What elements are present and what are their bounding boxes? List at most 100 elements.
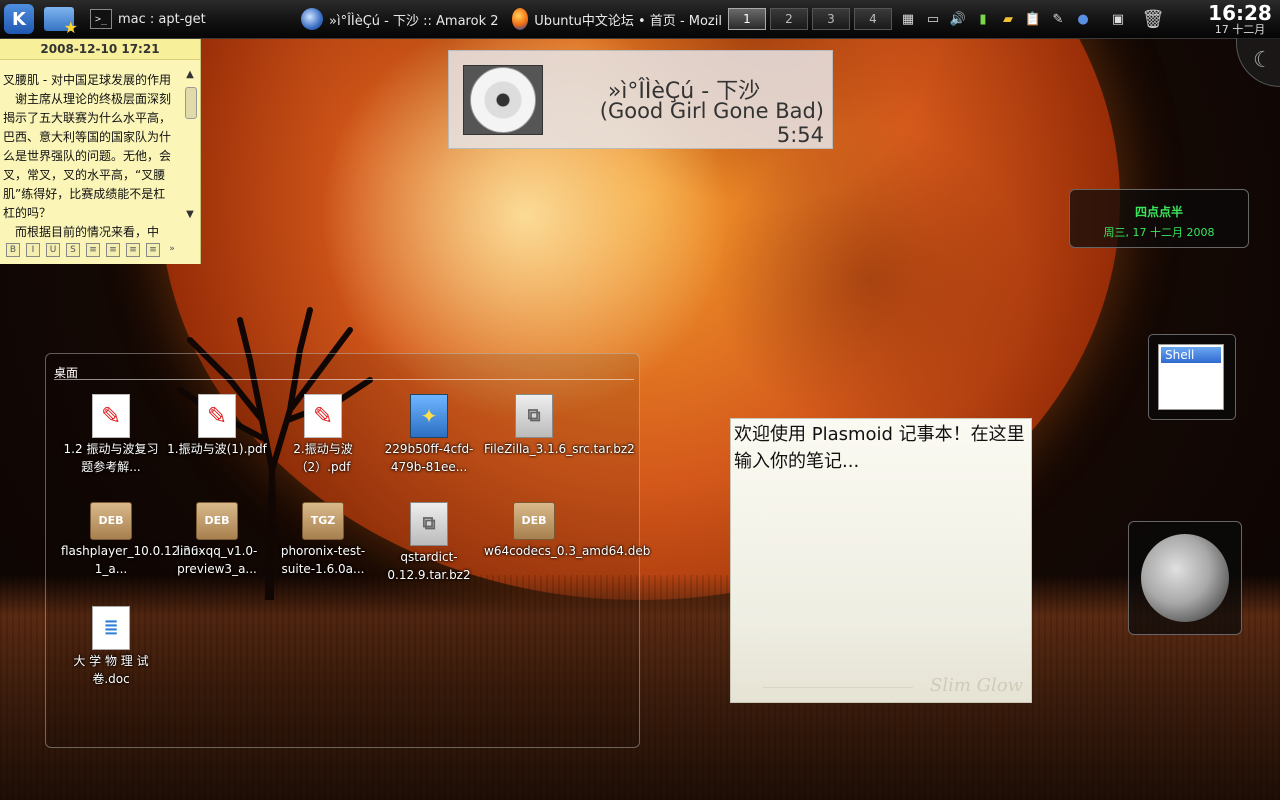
star-icon: ★ bbox=[63, 18, 78, 37]
file-label: FileZilla_3.1.6_src.tar.bz2 bbox=[484, 442, 635, 456]
more-icon[interactable]: » bbox=[166, 243, 178, 255]
connection-icon[interactable]: ✎ bbox=[1048, 9, 1068, 29]
desktop-file-icon[interactable]: ⧉ FileZilla_3.1.6_src.tar.bz2 bbox=[484, 394, 635, 458]
album-cover bbox=[463, 65, 543, 135]
battery-icon[interactable]: ▮ bbox=[973, 9, 993, 29]
strike-icon[interactable]: S bbox=[66, 243, 80, 257]
bold-icon[interactable]: B bbox=[6, 243, 20, 257]
folder-view-widget: 桌面 ✎ 1.2 振动与波复习题参考解... ✎ 1.振动与波(1).pdf ✎… bbox=[45, 353, 651, 748]
fuzzy-clock-widget: 四点点半 周三, 17 十二月 2008 bbox=[1069, 189, 1249, 248]
desktop-file-icon[interactable]: ≣ 大 学 物 理 试卷.doc bbox=[61, 606, 161, 688]
kmenu-button[interactable]: K bbox=[4, 0, 34, 38]
note-scrollbar[interactable]: ▲ ▼ bbox=[183, 69, 197, 239]
align-center-icon[interactable]: ≡ bbox=[106, 243, 120, 257]
desktop-file-icon[interactable]: DEB linuxqq_v1.0-preview3_a... bbox=[167, 502, 267, 578]
file-label: phoronix-test-suite-1.6.0a... bbox=[280, 544, 366, 576]
trash-icon[interactable]: 🗑 bbox=[1142, 9, 1165, 30]
desktop-file-icon[interactable]: DEB flashplayer_10.0.12.36-1_a... bbox=[61, 502, 203, 578]
note-title: 2008-12-10 17:21 bbox=[0, 39, 200, 60]
deb-package-icon: DEB bbox=[513, 502, 555, 540]
task-title: mac : apt-get bbox=[118, 11, 206, 27]
deb-package-icon: DEB bbox=[196, 502, 238, 540]
shell-list: Shell bbox=[1158, 344, 1224, 410]
clock-time: 16:28 bbox=[1208, 0, 1272, 25]
file-label: flashplayer_10.0.12.36-1_a... bbox=[61, 544, 203, 576]
align-right-icon[interactable]: ≡ bbox=[126, 243, 140, 257]
home-folder-launcher[interactable]: ★ bbox=[44, 0, 78, 38]
file-label: linuxqq_v1.0-preview3_a... bbox=[176, 544, 258, 576]
desktop-file-icon[interactable]: ✎ 1.2 振动与波复习题参考解... bbox=[61, 394, 161, 476]
document-icon: ≣ bbox=[92, 606, 130, 650]
deb-package-icon: DEB bbox=[90, 502, 132, 540]
align-left-icon[interactable]: ≡ bbox=[86, 243, 100, 257]
track-album-time: (Good Girl Gone Bad) 5:54 bbox=[599, 99, 824, 147]
scroll-down-icon[interactable]: ▼ bbox=[183, 209, 197, 220]
image-icon: ✦ bbox=[410, 394, 448, 438]
kde-logo-icon: K bbox=[4, 4, 34, 34]
task-amarok[interactable]: »ì°ÎÌèÇú - 下沙 :: Amarok 2 bbox=[295, 0, 505, 38]
notes-folder-icon[interactable]: ▰ bbox=[998, 9, 1018, 29]
scroll-up-icon[interactable]: ▲ bbox=[183, 69, 197, 80]
system-tray: ▦ ▭ 🔊 ▮ ▰ 📋 ✎ ● ▣ 🗑 bbox=[898, 0, 1165, 38]
shell-widget: Shell bbox=[1148, 334, 1236, 420]
terminal-icon: >_ bbox=[90, 9, 112, 29]
now-playing-widget: »ì°ÎÌèÇú - 下沙 (Good Girl Gone Bad) 5:54 bbox=[448, 50, 833, 149]
file-label: 大 学 物 理 试卷.doc bbox=[73, 654, 149, 686]
desktop-pager: 1 2 3 4 bbox=[728, 0, 892, 38]
desktop-file-icon[interactable]: ✎ 1.振动与波(1).pdf bbox=[167, 394, 267, 458]
desktop-file-icon[interactable]: ✦ 229b50ff-4cfd-479b-81ee... bbox=[379, 394, 479, 476]
volume-icon[interactable]: 🔊 bbox=[948, 9, 968, 29]
align-justify-icon[interactable]: ≡ bbox=[146, 243, 160, 257]
desktop-file-icon[interactable]: DEB w64codecs_0.3_amd64.deb bbox=[484, 502, 651, 560]
clock-date: 17 十二月 bbox=[1214, 22, 1266, 36]
printer-icon[interactable]: ▭ bbox=[923, 9, 943, 29]
pdf-icon: ✎ bbox=[92, 394, 130, 438]
plasma-notes-widget: 欢迎使用 Plasmoid 记事本！在这里输入你的笔记... Slim Glow bbox=[730, 418, 1032, 703]
clipboard-icon[interactable]: 📋 bbox=[1023, 9, 1043, 29]
file-label: 2.振动与波（2）.pdf bbox=[293, 442, 353, 474]
pager-desktop-1[interactable]: 1 bbox=[728, 8, 766, 30]
fuzzy-time: 四点点半 bbox=[1134, 205, 1183, 219]
plasma-note-text[interactable]: 欢迎使用 Plasmoid 记事本！在这里输入你的笔记... bbox=[734, 421, 1030, 475]
shell-item[interactable]: Shell bbox=[1161, 347, 1221, 363]
note-text[interactable]: 叉腰肌 - 对中国足球发展的作用 谢主席从理论的终极层面深刻揭示了五大联赛为什么… bbox=[3, 71, 173, 239]
desktop-file-icon[interactable]: ⧉ qstardict-0.12.9.tar.bz2 bbox=[379, 502, 479, 584]
fuzzy-date: 周三, 17 十二月 2008 bbox=[1103, 226, 1215, 239]
pdf-icon: ✎ bbox=[304, 394, 342, 438]
folder-icon: ★ bbox=[44, 7, 78, 37]
taskbar-clock[interactable]: 16:28 17 十二月 bbox=[1200, 0, 1280, 38]
desktop-file-icon[interactable]: ✎ 2.振动与波（2）.pdf bbox=[273, 394, 373, 476]
folder-view-divider bbox=[54, 379, 634, 380]
note-widget: 2008-12-10 17:21 叉腰肌 - 对中国足球发展的作用 谢主席从理论… bbox=[0, 39, 201, 264]
file-label: w64codecs_0.3_amd64.deb bbox=[484, 544, 651, 558]
archive-icon: ⧉ bbox=[515, 394, 553, 438]
file-label: 229b50ff-4cfd-479b-81ee... bbox=[384, 442, 474, 474]
paper-theme-label: Slim Glow bbox=[929, 675, 1023, 696]
cd-icon bbox=[470, 67, 536, 133]
tgz-package-icon: TGZ bbox=[302, 502, 344, 540]
task-terminal[interactable]: >_ mac : apt-get bbox=[84, 0, 212, 38]
note-format-toolbar: B I U S ≡ ≡ ≡ ≡ » bbox=[6, 243, 196, 257]
pager-desktop-3[interactable]: 3 bbox=[812, 8, 850, 30]
scroll-thumb[interactable] bbox=[185, 87, 197, 119]
pdf-icon: ✎ bbox=[198, 394, 236, 438]
pager-desktop-4[interactable]: 4 bbox=[854, 8, 892, 30]
task-title: Ubuntu中文论坛 • 首页 - Mozil bbox=[534, 13, 722, 29]
amarok-icon bbox=[301, 8, 323, 30]
italic-icon[interactable]: I bbox=[26, 243, 40, 257]
task-title: »ì°ÎÌèÇú - 下沙 :: Amarok 2 bbox=[329, 13, 499, 29]
underline-icon[interactable]: U bbox=[46, 243, 60, 257]
moon-icon bbox=[1141, 534, 1229, 622]
task-firefox[interactable]: Ubuntu中文论坛 • 首页 - Mozil bbox=[506, 0, 728, 38]
cashew-icon: ☾ bbox=[1253, 48, 1273, 73]
taskbar: K ★ >_ mac : apt-get »ì°ÎÌèÇú - 下沙 :: Am… bbox=[0, 0, 1280, 39]
firefox-icon bbox=[512, 8, 529, 30]
archive-icon: ⧉ bbox=[410, 502, 448, 546]
amarok-tray-icon[interactable]: ● bbox=[1073, 9, 1093, 29]
file-label: 1.2 振动与波复习题参考解... bbox=[63, 442, 159, 474]
pager-desktop-2[interactable]: 2 bbox=[770, 8, 808, 30]
network-icon[interactable]: ▦ bbox=[898, 9, 918, 29]
desktop-switch-icon[interactable]: ▣ bbox=[1108, 9, 1128, 29]
file-label: qstardict-0.12.9.tar.bz2 bbox=[387, 550, 471, 582]
desktop-file-icon[interactable]: TGZ phoronix-test-suite-1.6.0a... bbox=[273, 502, 373, 578]
